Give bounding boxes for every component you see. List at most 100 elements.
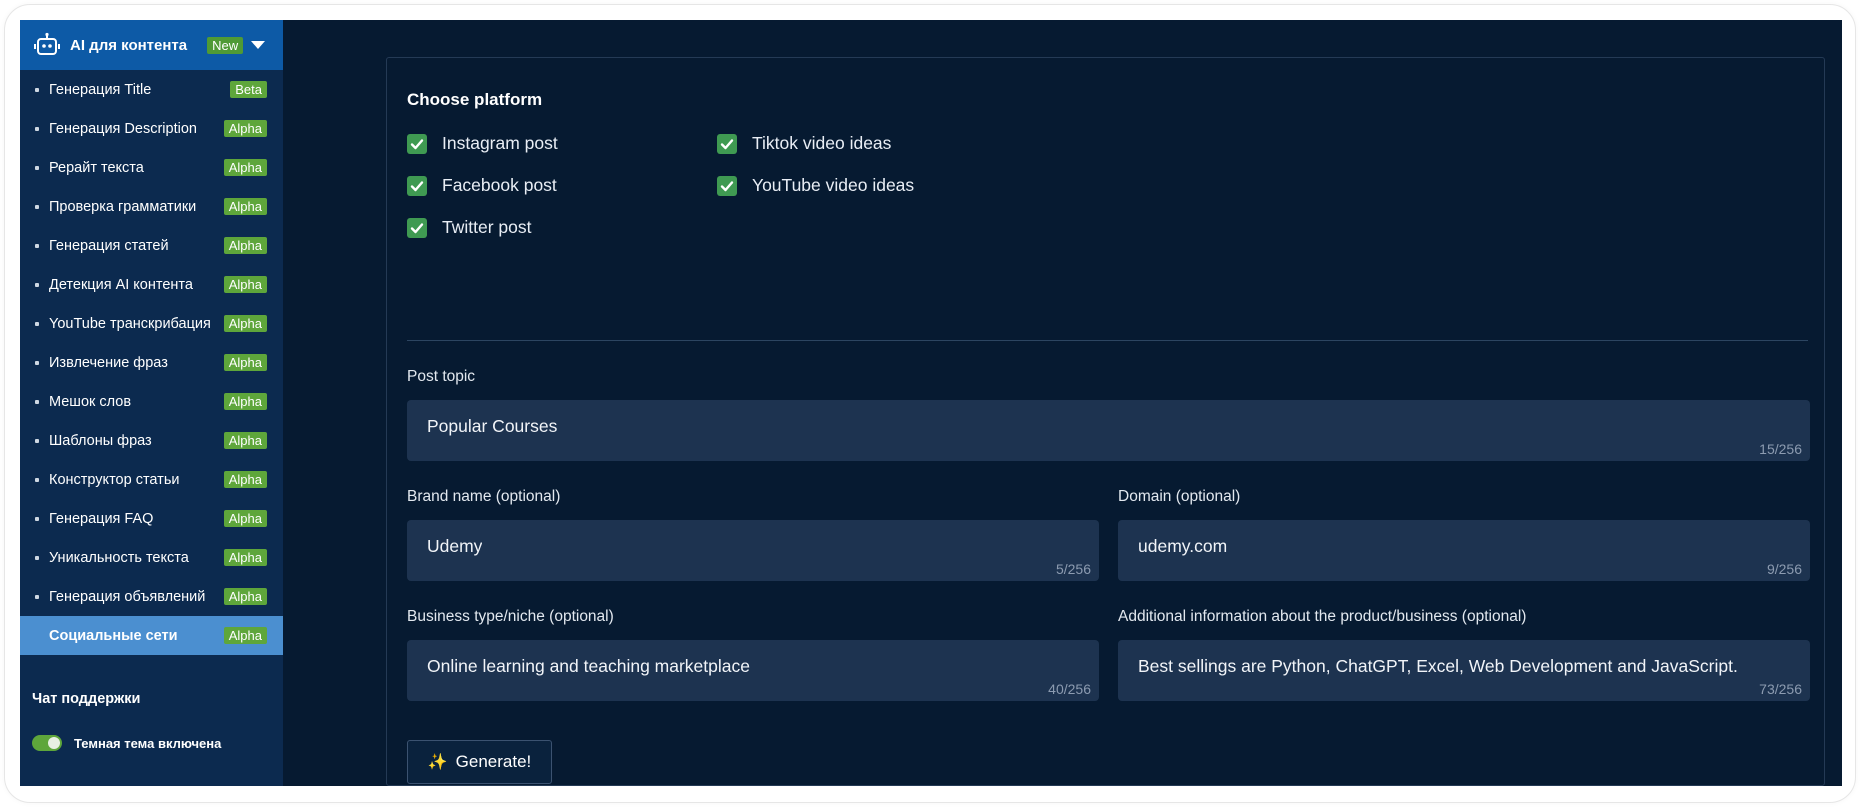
generate-button[interactable]: ✨ Generate!	[407, 740, 552, 784]
status-badge: Alpha	[223, 588, 267, 605]
sidebar-item-description-generation[interactable]: Генерация Description Alpha	[20, 109, 283, 148]
sidebar-item-ai-detection[interactable]: Детекция AI контента Alpha	[20, 265, 283, 304]
character-counter: 40/256	[1048, 681, 1091, 697]
brand-name-label: Brand name (optional)	[407, 488, 561, 505]
checkbox-twitter-post[interactable]: Twitter post	[407, 217, 531, 238]
bullet-icon	[35, 165, 39, 170]
support-chat-link[interactable]: Чат поддержки	[32, 691, 283, 707]
sidebar-item-article-builder[interactable]: Конструктор статьи Alpha	[20, 460, 283, 499]
sidebar-item-phrase-templates[interactable]: Шаблоны фраз Alpha	[20, 421, 283, 460]
bullet-icon	[35, 477, 39, 482]
checkbox-label: YouTube video ideas	[752, 175, 915, 195]
social-post-form: Choose platform Instagram post Facebook …	[386, 57, 1825, 786]
sidebar-title: AI для контента	[70, 36, 188, 54]
sidebar-item-social-networks[interactable]: Социальные сети Alpha	[20, 616, 283, 655]
status-badge: Beta	[230, 81, 267, 98]
sidebar-item-grammar[interactable]: Проверка грамматики Alpha	[20, 187, 283, 226]
sidebar-item-label: Уникальность текста	[49, 549, 189, 566]
bullet-icon	[35, 438, 39, 443]
theme-toggle-label: Темная тема включена	[74, 735, 222, 751]
sidebar-item-label: Мешок слов	[49, 393, 132, 410]
dark-theme-toggle[interactable]	[32, 735, 62, 751]
status-badge: Alpha	[223, 510, 267, 527]
bullet-icon	[35, 87, 39, 92]
domain-label: Domain (optional)	[1118, 488, 1241, 505]
checkmark-icon	[407, 133, 427, 154]
generate-label: Generate!	[455, 752, 532, 771]
status-badge: Alpha	[223, 432, 267, 449]
bullet-icon	[35, 243, 39, 248]
sidebar-item-label: Генерация FAQ	[49, 510, 154, 527]
bullet-icon	[35, 126, 39, 131]
domain-value: udemy.com	[1138, 536, 1228, 556]
business-type-label: Business type/niche (optional)	[407, 608, 614, 625]
status-badge: Alpha	[223, 276, 267, 293]
business-type-input[interactable]: Online learning and teaching marketplace…	[407, 640, 1099, 701]
status-badge: Alpha	[223, 120, 267, 137]
status-badge: Alpha	[223, 393, 267, 410]
divider	[407, 340, 1808, 341]
sidebar-item-title-generation[interactable]: Генерация Title Beta	[20, 70, 283, 109]
checkbox-youtube-video-ideas[interactable]: YouTube video ideas	[717, 175, 914, 196]
checkmark-icon	[717, 175, 737, 196]
sidebar-item-label: Проверка грамматики	[49, 198, 197, 215]
sidebar-item-ads[interactable]: Генерация объявлений Alpha	[20, 577, 283, 616]
sidebar-item-uniqueness[interactable]: Уникальность текста Alpha	[20, 538, 283, 577]
sidebar-item-label: Конструктор статьи	[49, 471, 180, 488]
checkbox-label: Facebook post	[442, 175, 557, 195]
sidebar-item-label: Генерация объявлений	[49, 588, 206, 605]
sidebar-header[interactable]: AI для контента New	[20, 20, 283, 70]
sidebar-item-rewrite[interactable]: Рерайт текста Alpha	[20, 148, 283, 187]
character-counter: 73/256	[1759, 681, 1802, 697]
bullet-icon	[35, 360, 39, 365]
additional-info-value: Best sellings are Python, ChatGPT, Excel…	[1138, 656, 1738, 676]
sidebar-item-label: Извлечение фраз	[49, 354, 168, 371]
sidebar-item-label: Детекция AI контента	[49, 276, 193, 293]
bullet-icon	[35, 399, 39, 404]
domain-input[interactable]: udemy.com 9/256	[1118, 520, 1810, 581]
sidebar-item-articles[interactable]: Генерация статей Alpha	[20, 226, 283, 265]
business-type-value: Online learning and teaching marketplace	[427, 656, 750, 676]
bullet-icon	[35, 516, 39, 521]
checkbox-facebook-post[interactable]: Facebook post	[407, 175, 557, 196]
sidebar-item-label: Шаблоны фраз	[49, 432, 152, 449]
sidebar-item-bag-of-words[interactable]: Мешок слов Alpha	[20, 382, 283, 421]
status-badge: Alpha	[223, 198, 267, 215]
character-counter: 9/256	[1766, 561, 1802, 577]
status-badge: Alpha	[223, 315, 267, 332]
choose-platform-title: Choose platform	[407, 90, 543, 109]
app: AI для контента New Генерация Title Beta …	[20, 20, 1842, 786]
status-badge: Alpha	[223, 237, 267, 254]
sidebar-item-label: Генерация Title	[49, 81, 152, 98]
checkbox-instagram-post[interactable]: Instagram post	[407, 133, 558, 154]
bullet-icon	[35, 594, 39, 599]
character-counter: 5/256	[1055, 561, 1091, 577]
sidebar-item-label: Генерация Description	[49, 120, 197, 137]
sidebar-item-label: Генерация статей	[49, 237, 169, 254]
chevron-down-icon[interactable]	[251, 41, 265, 49]
sidebar-menu: Генерация Title Beta Генерация Descriptio…	[20, 70, 283, 655]
sidebar-item-youtube-transcription[interactable]: YouTube транскрибация Alpha	[20, 304, 283, 343]
character-counter: 15/256	[1759, 441, 1802, 457]
additional-info-input[interactable]: Best sellings are Python, ChatGPT, Excel…	[1118, 640, 1810, 701]
bullet-icon	[35, 204, 39, 209]
checkbox-label: Tiktok video ideas	[752, 133, 892, 153]
theme-toggle-row[interactable]: Темная тема включена	[32, 735, 283, 751]
robot-icon	[34, 32, 60, 55]
checkbox-label: Twitter post	[442, 217, 532, 237]
sidebar-item-phrase-extraction[interactable]: Извлечение фраз Alpha	[20, 343, 283, 382]
sidebar-item-label: YouTube транскрибация	[49, 315, 211, 332]
bullet-icon	[35, 321, 39, 326]
sidebar: AI для контента New Генерация Title Beta …	[20, 20, 283, 786]
sidebar-item-faq[interactable]: Генерация FAQ Alpha	[20, 499, 283, 538]
status-badge: Alpha	[223, 549, 267, 566]
checkbox-label: Instagram post	[442, 133, 558, 153]
brand-name-input[interactable]: Udemy 5/256	[407, 520, 1099, 581]
brand-name-value: Udemy	[427, 536, 483, 556]
status-badge: Alpha	[223, 159, 267, 176]
checkbox-tiktok-video-ideas[interactable]: Tiktok video ideas	[717, 133, 891, 154]
bullet-icon	[35, 282, 39, 287]
post-topic-input[interactable]: Popular Courses 15/256	[407, 400, 1810, 461]
post-topic-value: Popular Courses	[427, 416, 558, 436]
checkmark-icon	[407, 175, 427, 196]
